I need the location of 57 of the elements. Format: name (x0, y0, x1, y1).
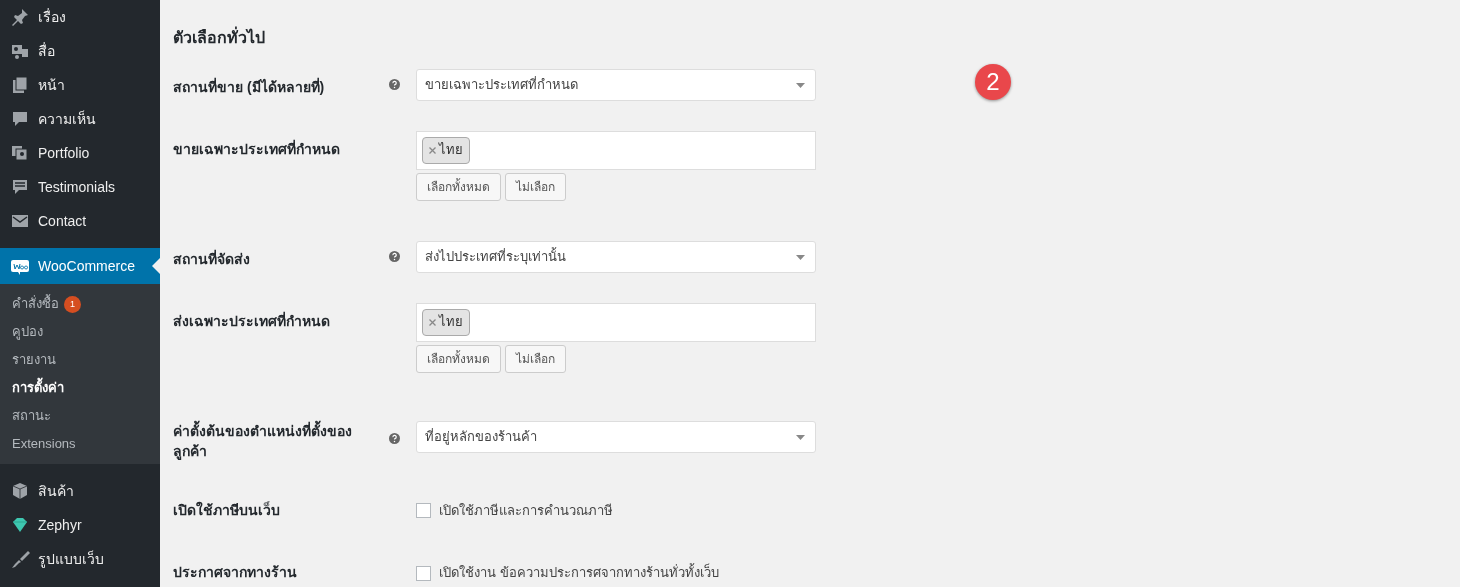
submenu-item[interactable]: รายงาน (0, 346, 160, 374)
menu-item[interactable]: สินค้า (0, 474, 160, 508)
field-label: ส่งเฉพาะประเทศที่กำหนด (173, 310, 331, 332)
select-field[interactable]: ส่งไปประเทศที่ระบุเท่านั้น (416, 241, 816, 274)
submenu-item[interactable]: Extensions (0, 430, 160, 458)
select-button[interactable]: ไม่เลือก (505, 345, 566, 374)
field-label: ขายเฉพาะประเทศที่กำหนด (173, 138, 341, 160)
remove-icon[interactable] (429, 147, 436, 155)
help-icon[interactable] (389, 433, 400, 445)
section-title: ตัวเลือกทั่วไป (173, 28, 1447, 48)
caret-icon (796, 434, 805, 440)
checkbox[interactable] (416, 565, 431, 581)
menu-item[interactable]: Portfolio (0, 136, 160, 170)
menu-item[interactable]: หน้า (0, 68, 160, 102)
caret-icon (796, 254, 805, 260)
select-button[interactable]: เลือกทั้งหมด (416, 345, 501, 374)
multiselect-field[interactable]: ไทย (416, 303, 816, 343)
checkbox-label: เปิดใช้งาน ข้อความประการศจากทางร้านทั่วทั้งเว็บ (439, 563, 719, 583)
menu-item[interactable]: Zephyr (0, 508, 160, 542)
menu-item[interactable]: WooCommerce (0, 248, 160, 284)
menu-item[interactable]: เรื่อง (0, 0, 160, 34)
step-marker: 2 (975, 64, 1011, 100)
checkbox[interactable] (416, 503, 431, 519)
select-field[interactable]: ขายเฉพาะประเทศที่กำหนด (416, 69, 816, 102)
box-icon (10, 481, 30, 501)
field-label: ประกาศจากทางร้าน (173, 563, 298, 583)
brush-icon (10, 549, 30, 569)
caret-icon (796, 82, 805, 88)
pin-icon (10, 7, 30, 27)
select-field[interactable]: ที่อยู่หลักของร้านค้า (416, 421, 816, 454)
portfolio-icon (10, 143, 30, 163)
submenu-item[interactable]: คูปอง (0, 318, 160, 346)
multiselect-field[interactable]: ไทย (416, 131, 816, 171)
help-icon[interactable] (389, 251, 400, 263)
field-label: เปิดใช้ภาษีบนเว็บ (173, 500, 281, 520)
menu-item[interactable]: รูปแบบเว็บ (0, 542, 160, 576)
menu-item[interactable]: สื่อ (0, 34, 160, 68)
menu-item[interactable]: Testimonials (0, 170, 160, 204)
speech-bubble-icon (10, 177, 30, 197)
count-badge: 1 (64, 296, 81, 313)
field-label: สถานที่จัดส่ง (173, 248, 251, 270)
country-tag[interactable]: ไทย (422, 137, 470, 165)
field-label: สถานที่ขาย (มีได้หลายที่) (173, 76, 326, 98)
field-label: ค่าตั้งต้นของตำแหน่งที่ตั้งของลูกค้า (173, 413, 373, 462)
comment-icon (10, 109, 30, 129)
select-button[interactable]: ไม่เลือก (505, 173, 566, 202)
submenu-item[interactable]: คำสั่งซื้อ 1 (0, 290, 160, 318)
country-tag[interactable]: ไทย (422, 309, 470, 337)
checkbox-label: เปิดใช้ภาษีและการคำนวณภาษี (439, 501, 613, 520)
submenu-item[interactable]: การตั้งค่า (0, 374, 160, 402)
select-button[interactable]: เลือกทั้งหมด (416, 173, 501, 202)
submenu-item[interactable]: สถานะ (0, 402, 160, 430)
pages-icon (10, 75, 30, 95)
help-icon[interactable] (389, 79, 400, 91)
remove-icon[interactable] (429, 319, 436, 327)
menu-item[interactable]: ความเห็น (0, 102, 160, 136)
menu-item[interactable]: Contact (0, 204, 160, 238)
